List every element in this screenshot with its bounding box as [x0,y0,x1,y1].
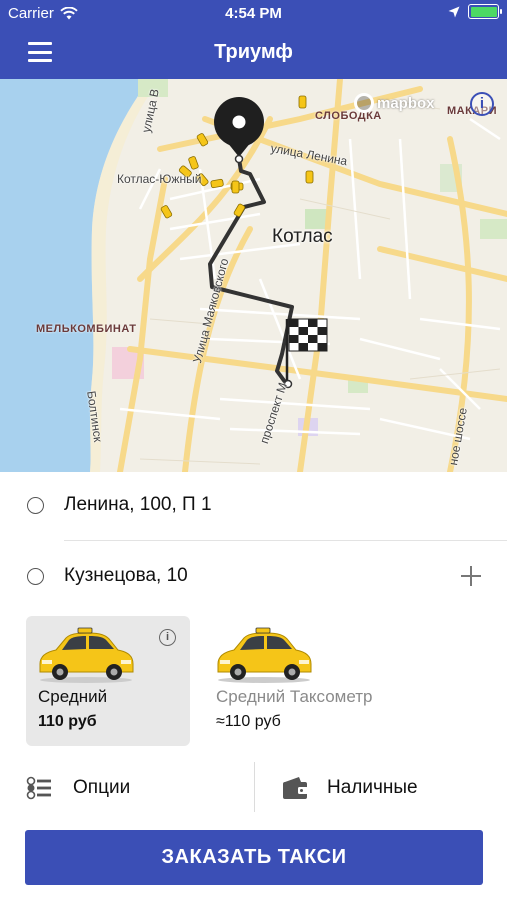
add-stop-plus-icon[interactable] [460,565,482,587]
map-canvas [0,79,507,472]
payment-method-button[interactable]: Наличные [282,760,418,816]
map-view[interactable]: СЛОБОДКА МАКАРИ МЕЛЬКОМБИНАТ Котлас Котл… [0,79,507,472]
options-button[interactable]: Опции [26,760,130,816]
nav-bar: Триумф [0,28,507,79]
tariff-price: 110 руб [38,713,97,730]
taxi-car-icon [217,627,312,683]
options-row: Опции Наличные [0,760,507,816]
radio-circle-icon [27,496,44,514]
mapbox-logo[interactable]: mapbox [354,93,435,113]
tariff-name: Средний [38,687,108,706]
mapbox-wordmark: mapbox [377,94,435,112]
options-list-icon [26,776,51,800]
options-separator [254,762,255,812]
address-from-row[interactable]: Ленина, 100, П 1 [0,470,507,540]
map-label-station: Котлас-Южный [117,172,202,186]
payment-label: Наличные [327,777,418,798]
tariff-card-standard[interactable]: i Средний 110 руб [26,616,190,746]
map-label-city: Котлас [272,226,333,247]
start-pin-icon [214,97,264,164]
map-label-district: МЕЛЬКОМБИНАТ [36,323,137,335]
tariff-price: ≈110 руб [216,713,281,730]
address-to: Кузнецова, 10 [64,565,188,586]
location-arrow-icon [448,6,460,17]
mapbox-logo-icon [354,93,374,113]
radio-circle-icon [27,567,44,585]
battery-fill [470,6,497,17]
wallet-icon [283,777,308,799]
status-time: 4:54 PM [225,5,282,22]
battery-icon [468,4,502,19]
options-label: Опции [73,777,131,798]
taxi-car-icon [39,627,134,683]
tariff-info-icon[interactable]: i [159,629,176,646]
address-from: Ленина, 100, П 1 [64,494,212,515]
top-bar: Carrier 4:54 PM Триумф [0,0,507,79]
address-to-row[interactable]: Кузнецова, 10 [0,541,507,611]
order-taxi-button[interactable]: ЗАКАЗАТЬ ТАКСИ [25,830,483,885]
app-title: Триумф [214,41,293,63]
tariff-card-taximeter[interactable]: Средний Таксометр ≈110 руб [204,616,373,746]
status-right [448,4,502,19]
map-info-icon[interactable]: i [470,92,494,116]
status-bar: Carrier 4:54 PM [0,0,507,28]
tariff-name: Средний Таксометр [216,687,373,706]
